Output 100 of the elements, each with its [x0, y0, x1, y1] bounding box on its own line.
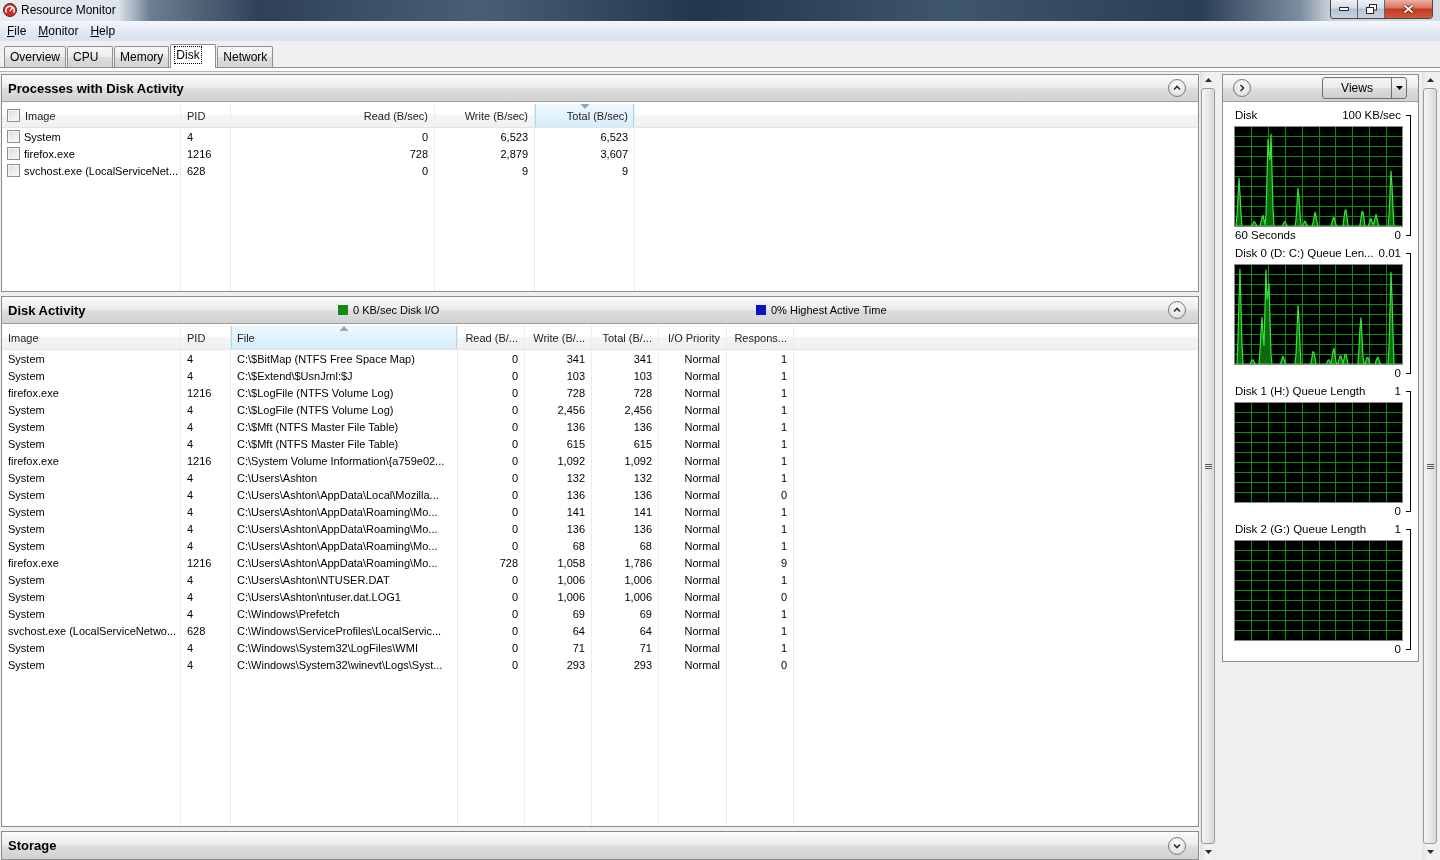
table-cell-text: 68 [638, 538, 653, 554]
table-cell-text: 6,523 [499, 129, 529, 145]
table-cell-text: Normal [683, 538, 721, 554]
table-cell-text: 1,786 [623, 555, 653, 571]
close-button[interactable] [1385, 0, 1432, 18]
table-cell-text: Normal [683, 623, 721, 639]
table-cell-text: C:\$Mft (NTFS Master File Table) [236, 419, 400, 435]
column-header[interactable]: File [231, 326, 457, 350]
table-cell-text: System [7, 640, 46, 656]
table-cell-text: 0 [779, 589, 788, 605]
table-cell-text: 136 [632, 521, 653, 537]
table-cell-text: 132 [632, 470, 653, 486]
table-cell-text: 1216 [186, 453, 213, 469]
table-cell-text: 0 [510, 623, 519, 639]
table-cell-text: 4 [186, 504, 195, 520]
table-cell-text: 136 [565, 521, 586, 537]
table-cell-text: 1 [779, 453, 788, 469]
section-title: Processes with Disk Activity [8, 80, 184, 96]
table-cell-text: 341 [565, 351, 586, 367]
table-cell-text: 0 [510, 368, 519, 384]
table-cell-text: 4 [186, 589, 195, 605]
table-cell-text: 4 [186, 606, 195, 622]
table-cell-text: 141 [565, 504, 586, 520]
table-cell-text: 1 [779, 572, 788, 588]
table-cell-text: 103 [565, 368, 586, 384]
checkbox[interactable] [7, 109, 20, 122]
table-cell-text: Normal [683, 555, 721, 571]
table-cell-text: 4 [186, 402, 195, 418]
table-cell-text: C:\System Volume Information\{a759e02... [236, 453, 446, 469]
table-cell-text: 4 [186, 640, 195, 656]
expand-button[interactable] [1168, 836, 1186, 855]
table-cell-text: C:\Windows\System32\LogFiles\WMI [236, 640, 419, 656]
table-cell-text: System [7, 538, 46, 554]
table-cell-text: 69 [638, 606, 653, 622]
checkbox[interactable] [7, 147, 20, 160]
menu-item[interactable]: Help [84, 21, 122, 41]
table-cell-text: 9 [520, 163, 529, 179]
checkbox[interactable] [7, 130, 20, 143]
table-cell-text: 64 [638, 623, 653, 639]
scrollbar[interactable] [1422, 72, 1438, 860]
table-cell-text: 4 [186, 436, 195, 452]
table-cell-text: firefox.exe [7, 453, 60, 469]
minimize-button[interactable] [1331, 0, 1358, 18]
tab[interactable]: Overview [4, 46, 66, 67]
table-cell-text: 4 [186, 521, 195, 537]
table-cell-text: 136 [565, 419, 586, 435]
table-cell-text: 132 [565, 470, 586, 486]
column-header[interactable]: Total (B/sec) [535, 104, 634, 128]
collapse-button[interactable] [1168, 79, 1186, 97]
tab[interactable]: Disk [170, 44, 217, 68]
views-button[interactable]: Views [1322, 77, 1407, 99]
table-cell-text: C:\Users\Ashton [236, 470, 319, 486]
table-cell-text: 1 [779, 436, 788, 452]
table-cell-text: System [7, 470, 46, 486]
table-cell-text: System [7, 521, 46, 537]
table-cell-text: 1 [779, 606, 788, 622]
graph-title: Disk 2 (G:) Queue Length [1235, 523, 1367, 535]
table-cell-text: 1 [779, 521, 788, 537]
graph-max-value: 0.01 [1378, 247, 1401, 259]
table-cell-text: 4 [186, 368, 195, 384]
table-cell-text: 141 [632, 504, 653, 520]
column-header[interactable]: Image [25, 109, 56, 122]
table-cell-text: 628 [186, 163, 207, 179]
collapse-button[interactable] [1168, 301, 1186, 319]
menu-item[interactable]: File [1, 21, 33, 41]
pane-toggle-button[interactable] [1233, 79, 1251, 97]
tab[interactable]: Network [217, 46, 274, 67]
table-cell-text: C:\$LogFile (NTFS Volume Log) [236, 385, 395, 401]
scroll-up-icon[interactable] [1204, 78, 1212, 82]
table-cell-text: 103 [632, 368, 653, 384]
tab[interactable]: CPU [67, 46, 113, 67]
checkbox[interactable] [7, 164, 20, 177]
scrollbar[interactable] [1200, 72, 1216, 860]
scroll-down-icon[interactable] [1204, 850, 1212, 854]
section-title: Disk Activity [8, 302, 87, 318]
tab[interactable]: Memory [114, 46, 170, 67]
table-cell-text: 136 [565, 487, 586, 503]
table-cell-text: Normal [683, 368, 721, 384]
table-cell-text: 0 [420, 129, 429, 145]
table-cell-text: 728 [408, 146, 429, 162]
graph-min-value: 0 [1394, 229, 1401, 241]
scroll-up-icon[interactable] [1426, 78, 1434, 82]
chevron-right-icon [1238, 84, 1246, 92]
table-cell-text: 0 [510, 657, 519, 673]
table-cell-text: System [7, 487, 46, 503]
table-cell-text: 1,058 [556, 555, 586, 571]
grip-icon [1426, 463, 1434, 469]
table-cell-text: Normal [683, 589, 721, 605]
scrollbar-thumb[interactable] [1201, 88, 1215, 844]
table-cell-text: 4 [186, 572, 195, 588]
chevron-down-icon [1173, 841, 1181, 850]
table-cell-text: 1 [779, 504, 788, 520]
restore-button[interactable] [1358, 0, 1385, 18]
table-cell-text: 71 [638, 640, 653, 656]
table-cell: firefox.exe [24, 147, 75, 160]
menu-item[interactable]: Monitor [32, 21, 85, 41]
scroll-down-icon[interactable] [1426, 850, 1434, 854]
table-cell-text: System [7, 436, 46, 452]
scrollbar-thumb[interactable] [1423, 88, 1437, 844]
graph-title: Disk 0 (D: C:) Queue Len... [1235, 247, 1374, 259]
